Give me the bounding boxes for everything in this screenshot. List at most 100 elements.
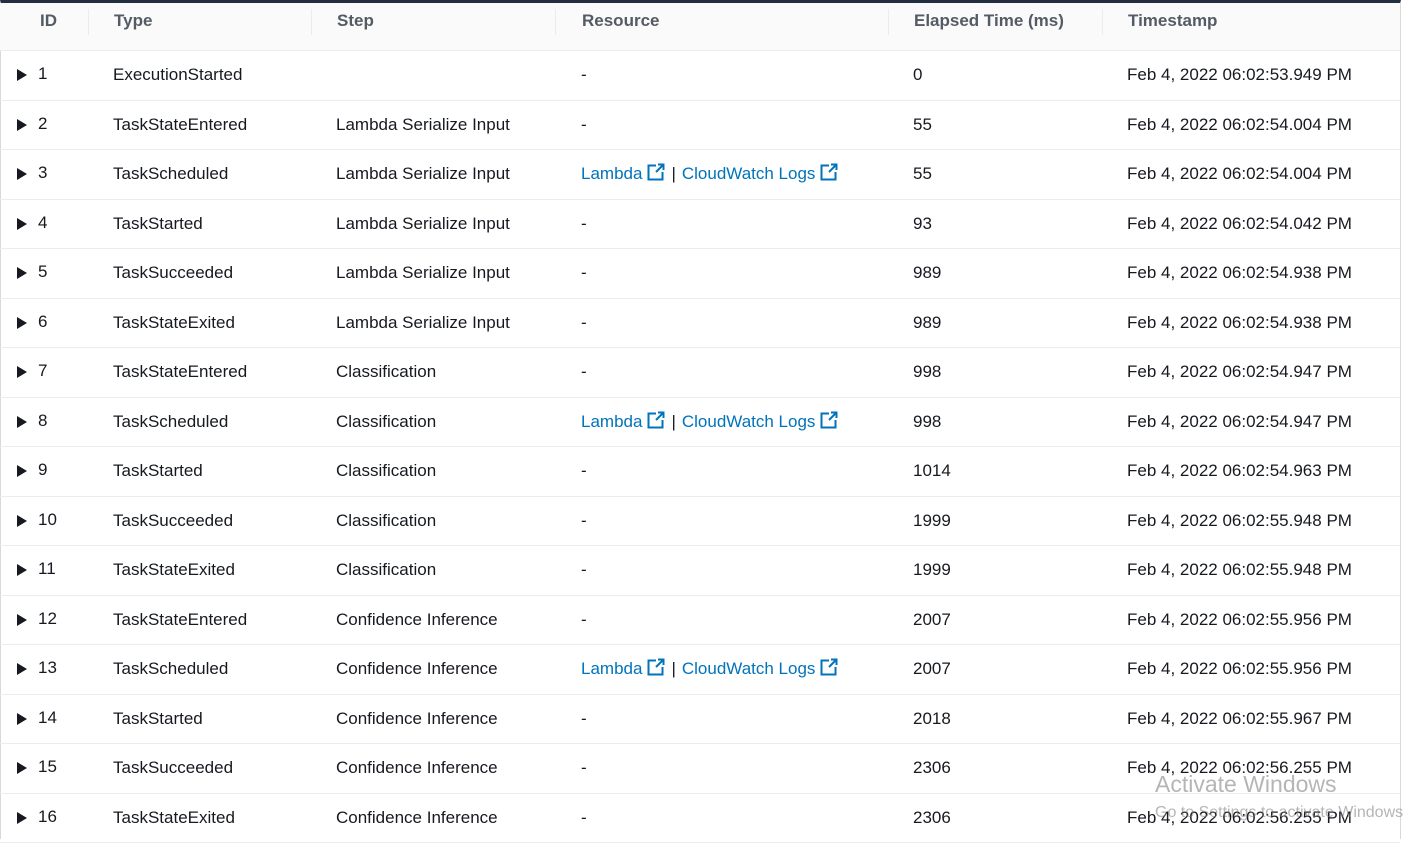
event-id: 6 — [38, 299, 47, 347]
event-id: 13 — [38, 645, 57, 693]
event-step: Lambda Serialize Input — [336, 101, 510, 149]
caret-right-icon[interactable] — [17, 515, 27, 527]
table-row[interactable]: 11TaskStateExitedClassification-1999Feb … — [0, 546, 1400, 596]
table-row[interactable]: 6TaskStateExitedLambda Serialize Input-9… — [0, 299, 1400, 349]
link-separator: | — [671, 659, 675, 678]
caret-right-icon[interactable] — [17, 317, 27, 329]
column-header-step[interactable]: Step — [337, 3, 374, 50]
event-resource: - — [581, 744, 587, 792]
resource-value: - — [581, 808, 587, 827]
caret-right-icon[interactable] — [17, 663, 27, 675]
table-row[interactable]: 7TaskStateEnteredClassification-998Feb 4… — [0, 348, 1400, 398]
event-timestamp: Feb 4, 2022 06:02:54.938 PM — [1127, 299, 1352, 347]
event-type: TaskStarted — [113, 447, 203, 495]
event-id: 1 — [38, 51, 47, 99]
event-resource: - — [581, 596, 587, 644]
elapsed-time: 0 — [913, 51, 922, 99]
event-id: 9 — [38, 447, 47, 495]
event-timestamp: Feb 4, 2022 06:02:55.967 PM — [1127, 695, 1352, 743]
event-type: TaskScheduled — [113, 150, 228, 198]
cloudwatch-logs-link[interactable]: CloudWatch Logs — [682, 659, 839, 678]
event-resource: - — [581, 101, 587, 149]
table-row[interactable]: 2TaskStateEnteredLambda Serialize Input-… — [0, 101, 1400, 151]
event-resource: - — [581, 794, 587, 842]
event-timestamp: Feb 4, 2022 06:02:54.963 PM — [1127, 447, 1352, 495]
event-type: TaskStateExited — [113, 794, 235, 842]
event-step: Classification — [336, 447, 436, 495]
column-divider[interactable] — [311, 9, 312, 35]
cloudwatch-logs-link[interactable]: CloudWatch Logs — [682, 164, 839, 183]
caret-right-icon[interactable] — [17, 267, 27, 279]
elapsed-time: 2306 — [913, 744, 951, 792]
column-header-id[interactable]: ID — [40, 3, 57, 50]
event-id: 7 — [38, 348, 47, 396]
event-id: 11 — [38, 546, 56, 594]
event-timestamp: Feb 4, 2022 06:02:53.949 PM — [1127, 51, 1352, 99]
caret-right-icon[interactable] — [17, 465, 27, 477]
elapsed-time: 2306 — [913, 794, 951, 842]
resource-value: - — [581, 65, 587, 84]
event-id: 8 — [38, 398, 47, 446]
column-divider[interactable] — [1102, 9, 1103, 35]
table-row[interactable]: 14TaskStartedConfidence Inference-2018Fe… — [0, 695, 1400, 745]
event-step: Lambda Serialize Input — [336, 249, 510, 297]
table-row[interactable]: 5TaskSucceededLambda Serialize Input-989… — [0, 249, 1400, 299]
resource-value: - — [581, 313, 587, 332]
event-resource: - — [581, 200, 587, 248]
event-resource: - — [581, 249, 587, 297]
table-row[interactable]: 1 ExecutionStarted - 0 Feb 4, 2022 06:02:53.… — [0, 51, 1400, 101]
table-row[interactable]: 10TaskSucceededClassification-1999Feb 4,… — [0, 497, 1400, 547]
event-id: 10 — [38, 497, 57, 545]
caret-right-icon[interactable] — [17, 762, 27, 774]
lambda-link[interactable]: Lambda — [581, 164, 665, 183]
table-row[interactable]: 9TaskStartedClassification-1014Feb 4, 20… — [0, 447, 1400, 497]
caret-right-icon[interactable] — [17, 218, 27, 230]
event-step: Confidence Inference — [336, 794, 498, 842]
external-link-icon — [820, 400, 838, 448]
link-separator: | — [671, 412, 675, 431]
caret-right-icon[interactable] — [17, 416, 27, 428]
event-resource: - — [581, 299, 587, 347]
table-row[interactable]: 4TaskStartedLambda Serialize Input-93Feb… — [0, 200, 1400, 250]
caret-right-icon[interactable] — [17, 69, 27, 81]
column-header-timestamp[interactable]: Timestamp — [1128, 3, 1217, 50]
table-header: ID Type Step Resource Elapsed Time (ms) … — [0, 3, 1400, 51]
event-id: 3 — [38, 150, 47, 198]
caret-right-icon[interactable] — [17, 713, 27, 725]
event-step: Classification — [336, 497, 436, 545]
event-type: TaskStateEntered — [113, 101, 247, 149]
caret-right-icon[interactable] — [17, 119, 27, 131]
elapsed-time: 1999 — [913, 497, 951, 545]
event-id: 14 — [38, 695, 57, 743]
caret-right-icon[interactable] — [17, 614, 27, 626]
event-timestamp: Feb 4, 2022 06:02:55.956 PM — [1127, 645, 1352, 693]
column-header-resource[interactable]: Resource — [582, 3, 659, 50]
event-resource: - — [581, 695, 587, 743]
event-resource: Lambda | CloudWatch Logs — [581, 398, 838, 446]
event-timestamp: Feb 4, 2022 06:02:54.004 PM — [1127, 101, 1352, 149]
column-divider[interactable] — [888, 9, 889, 35]
table-row[interactable]: 3 TaskScheduled Lambda Serialize Input Lamb… — [0, 150, 1400, 200]
event-step: Confidence Inference — [336, 645, 498, 693]
lambda-link[interactable]: Lambda — [581, 659, 665, 678]
column-divider[interactable] — [555, 9, 556, 35]
lambda-link[interactable]: Lambda — [581, 412, 665, 431]
event-id: 4 — [38, 200, 47, 248]
caret-right-icon[interactable] — [17, 564, 27, 576]
column-header-elapsed-time[interactable]: Elapsed Time (ms) — [914, 3, 1064, 50]
caret-right-icon[interactable] — [17, 366, 27, 378]
table-row[interactable]: 8TaskScheduledClassificationLambda|Cloud… — [0, 398, 1400, 448]
event-type: ExecutionStarted — [113, 51, 242, 99]
resource-value: - — [581, 758, 587, 777]
event-timestamp: Feb 4, 2022 06:02:54.938 PM — [1127, 249, 1352, 297]
caret-right-icon[interactable] — [17, 812, 27, 824]
cloudwatch-logs-link[interactable]: CloudWatch Logs — [682, 412, 839, 431]
caret-right-icon[interactable] — [17, 168, 27, 180]
column-divider[interactable] — [88, 9, 89, 35]
column-header-type[interactable]: Type — [114, 3, 152, 50]
table-row[interactable]: 12TaskStateEnteredConfidence Inference-2… — [0, 596, 1400, 646]
event-timestamp: Feb 4, 2022 06:02:54.004 PM — [1127, 150, 1352, 198]
event-step: Lambda Serialize Input — [336, 150, 510, 198]
resource-value: - — [581, 362, 587, 381]
table-row[interactable]: 13TaskScheduledConfidence InferenceLambd… — [0, 645, 1400, 695]
